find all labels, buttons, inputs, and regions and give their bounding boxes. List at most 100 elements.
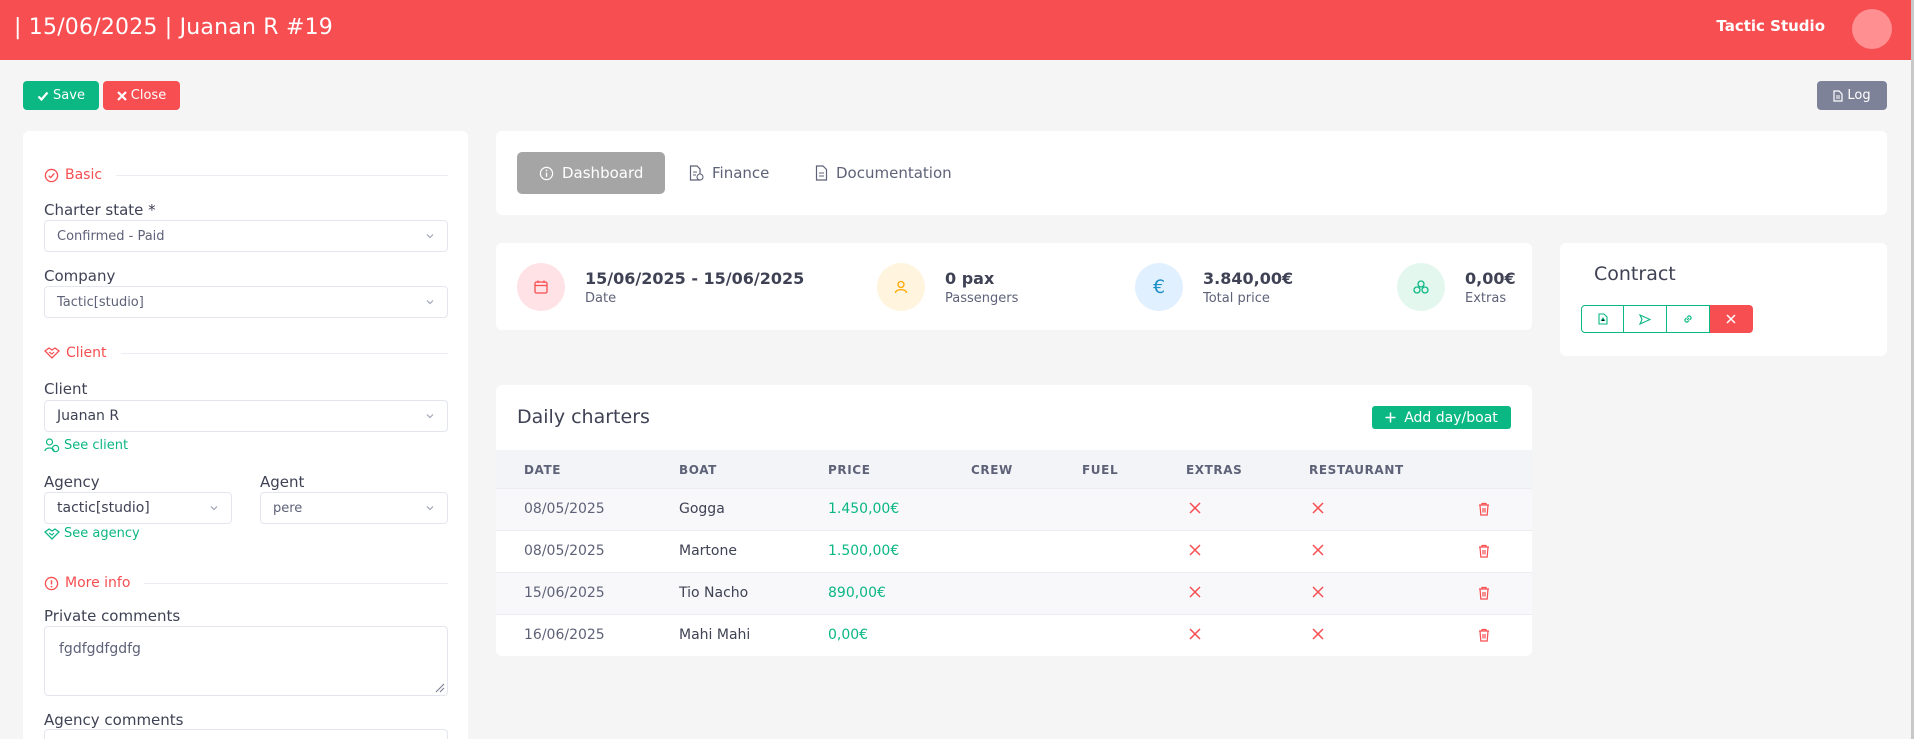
company-label: Company [44, 267, 116, 285]
stat-extras: 0,00€ Extras [1397, 263, 1516, 311]
trash-icon[interactable] [1478, 502, 1490, 516]
row-date: 16/06/2025 [524, 627, 605, 643]
trash-icon[interactable] [1478, 544, 1490, 558]
row-price: 890,00€ [828, 585, 886, 601]
stat-total-price-value: 3.840,00€ [1203, 268, 1294, 288]
extras-icon [1413, 280, 1429, 294]
agency-select[interactable]: tactic[studio] [44, 492, 232, 524]
contract-pdf-button[interactable] [1581, 305, 1624, 333]
col-date[interactable]: DATE [524, 463, 561, 477]
close-label: Close [130, 88, 167, 103]
table-row[interactable]: 15/06/2025 Tio Nacho 890,00€ [496, 572, 1532, 614]
finance-icon [689, 165, 704, 181]
tab-documentation-label: Documentation [836, 164, 952, 182]
summary-stats-card: 15/06/2025 - 15/06/2025 Date 0 pax Passe… [496, 243, 1532, 330]
col-boat[interactable]: BOAT [679, 463, 717, 477]
trash-icon[interactable] [1478, 586, 1490, 600]
contract-card: Contract [1560, 243, 1887, 356]
divider [116, 174, 448, 176]
basic-section-header: Basic [44, 167, 448, 183]
resize-grip-icon[interactable] [433, 681, 445, 693]
table-row[interactable]: 16/06/2025 Mahi Mahi 0,00€ [496, 614, 1532, 656]
user-avatar[interactable] [1852, 9, 1892, 49]
restaurant-none-icon [1312, 544, 1324, 556]
private-comments-value: fgdfgdfgdfg [59, 641, 141, 657]
agent-label: Agent [260, 473, 305, 491]
company-value: Tactic[studio] [57, 294, 144, 310]
log-button[interactable]: Log [1817, 81, 1887, 110]
row-price: 0,00€ [828, 627, 869, 643]
user-name[interactable]: Tactic Studio [1716, 17, 1825, 35]
log-label: Log [1847, 88, 1871, 103]
stat-passengers-badge [877, 263, 925, 311]
row-boat: Gogga [679, 501, 725, 517]
page-title: | 15/06/2025 | Juanan R #19 [14, 15, 333, 40]
info-circle-icon [44, 576, 59, 590]
private-comments-label: Private comments [44, 607, 181, 625]
users-icon [44, 438, 60, 453]
divider [144, 582, 448, 584]
more-info-section-title: More info [65, 575, 131, 591]
see-client-link[interactable]: See client [44, 438, 128, 453]
company-select[interactable]: Tactic[studio] [44, 286, 448, 318]
table-row[interactable]: 08/05/2025 Gogga 1.450,00€ [496, 488, 1532, 530]
row-date: 08/05/2025 [524, 543, 605, 559]
row-boat: Mahi Mahi [679, 627, 751, 643]
euro-icon: € [1152, 276, 1166, 298]
stat-passengers-value: 0 pax [945, 268, 995, 288]
col-crew[interactable]: CREW [971, 463, 1013, 477]
check-icon [37, 91, 49, 101]
stat-extras-value: 0,00€ [1465, 268, 1516, 288]
col-price[interactable]: PRICE [828, 463, 871, 477]
contract-button-group [1581, 305, 1753, 333]
save-button[interactable]: Save [23, 81, 99, 110]
check-circle-icon [44, 168, 59, 182]
contract-link-button[interactable] [1667, 305, 1710, 333]
col-restaurant[interactable]: RESTAURANT [1309, 463, 1404, 477]
stat-extras-badge [1397, 263, 1445, 311]
charter-state-select[interactable]: Confirmed - Paid [44, 220, 448, 252]
contract-delete-button[interactable] [1710, 305, 1753, 333]
link-icon [1684, 315, 1692, 323]
client-value: Juanan R [57, 408, 120, 424]
row-boat: Tio Nacho [679, 585, 749, 601]
row-price: 1.450,00€ [828, 501, 900, 517]
extras-none-icon [1189, 628, 1201, 640]
agent-value: pere [273, 500, 303, 516]
daily-charters-title: Daily charters [517, 406, 650, 428]
restaurant-none-icon [1312, 502, 1324, 514]
top-bar: | 15/06/2025 | Juanan R #19 Tactic Studi… [0, 0, 1914, 60]
restaurant-none-icon [1312, 628, 1324, 640]
agent-select[interactable]: pere [260, 492, 448, 524]
close-button[interactable]: Close [103, 81, 180, 110]
add-day-boat-button[interactable]: Add day/boat [1372, 406, 1511, 429]
extras-none-icon [1189, 544, 1201, 556]
pdf-icon [1597, 313, 1608, 325]
stat-date-label: Date [585, 290, 617, 306]
charter-form-card: Basic Charter state * Confirmed - Paid C… [23, 131, 468, 739]
tab-finance[interactable]: Finance [689, 152, 769, 194]
tab-documentation[interactable]: Documentation [815, 152, 952, 194]
tab-dashboard-label: Dashboard [562, 164, 644, 182]
contract-send-button[interactable] [1624, 305, 1667, 333]
see-agency-link[interactable]: See agency [44, 526, 140, 541]
table-row[interactable]: 08/05/2025 Martone 1.500,00€ [496, 530, 1532, 572]
add-day-boat-label: Add day/boat [1404, 409, 1498, 426]
col-fuel[interactable]: FUEL [1082, 463, 1118, 477]
client-label: Client [44, 380, 88, 398]
agency-comments-textarea[interactable] [44, 729, 448, 739]
close-icon [117, 90, 127, 101]
client-select[interactable]: Juanan R [44, 400, 448, 432]
chevron-down-icon [426, 234, 434, 239]
see-client-label: See client [64, 438, 129, 453]
agency-value: tactic[studio] [57, 500, 150, 516]
col-extras[interactable]: EXTRAS [1186, 463, 1242, 477]
chevron-down-icon [426, 414, 434, 419]
stat-total-price: € 3.840,00€ Total price [1135, 263, 1293, 311]
trash-icon[interactable] [1478, 628, 1490, 642]
document-icon [815, 165, 828, 181]
restaurant-none-icon [1312, 586, 1324, 598]
tab-dashboard[interactable]: Dashboard [517, 152, 666, 194]
basic-section-title: Basic [65, 167, 103, 183]
private-comments-textarea[interactable]: fgdfgdfgdfg [44, 626, 448, 696]
